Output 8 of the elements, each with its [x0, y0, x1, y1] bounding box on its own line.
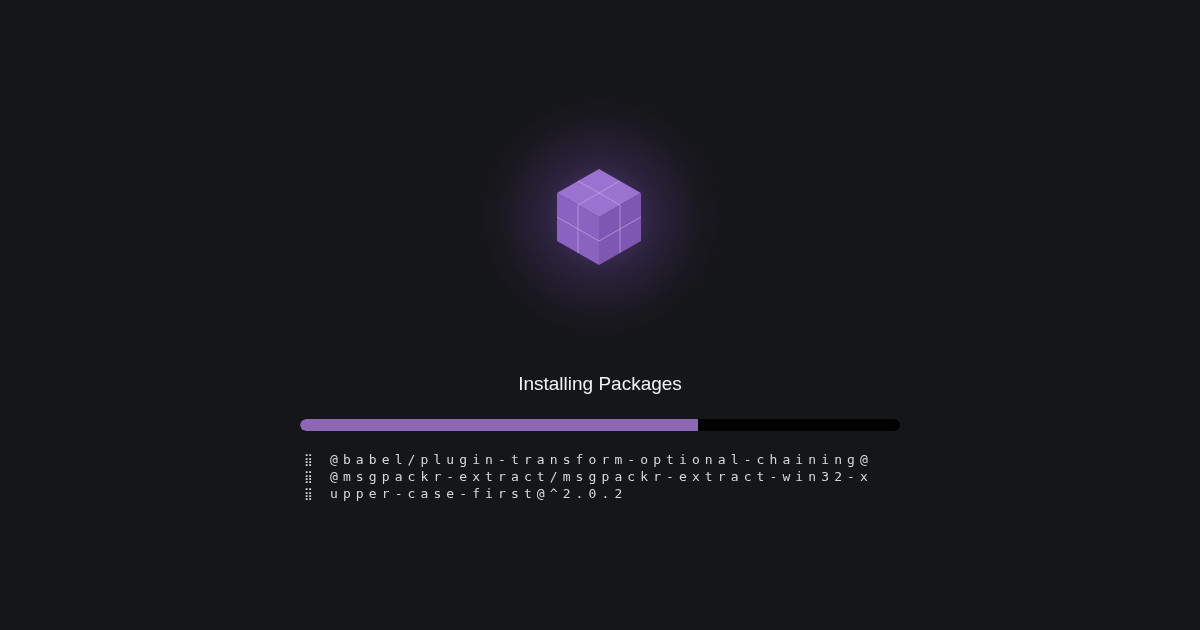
spinner-glyph: ⣿	[303, 469, 314, 484]
package-name: upper-case-first@^2.0.2	[330, 486, 628, 501]
package-name: @msgpackr-extract/msgpackr-extract-win32-x	[330, 469, 873, 484]
package-name: @babel/plugin-transform-optional-chaining@	[330, 452, 873, 467]
spinner-glyph: ⣿	[303, 452, 314, 467]
spinner-glyph: ⣿	[303, 486, 314, 501]
status-title: Installing Packages	[518, 373, 682, 395]
cube-icon	[557, 167, 643, 267]
